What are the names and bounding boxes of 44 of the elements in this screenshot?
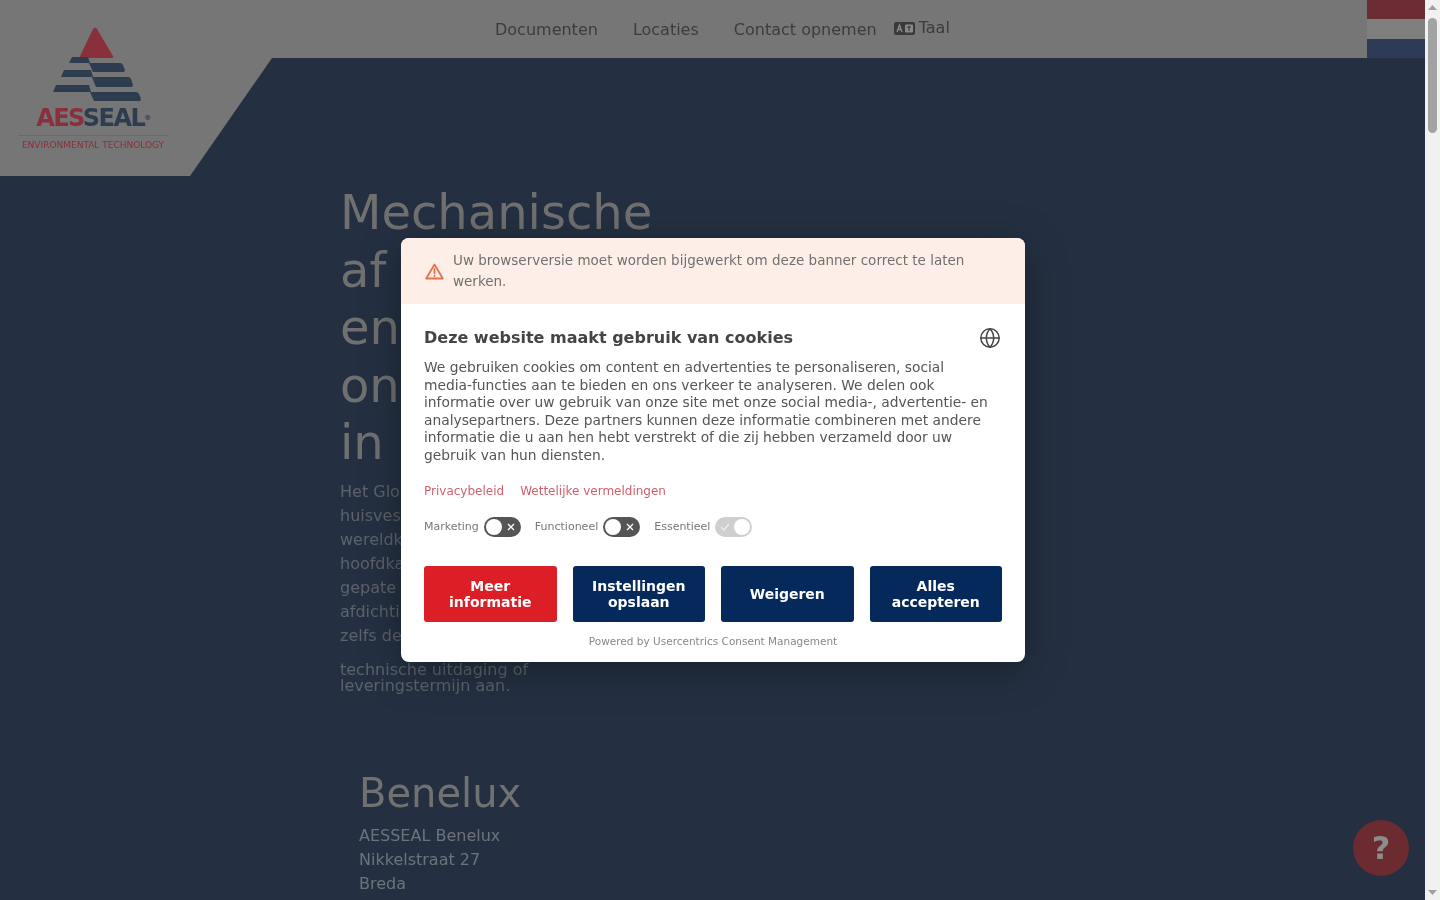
office-title: Benelux [359,769,522,817]
toggle-switch[interactable] [603,517,641,537]
scrollbar-thumb[interactable] [1428,18,1437,133]
address-line: Nikkelstraat 27 [359,849,481,871]
heading-text: on [340,356,400,414]
consent-button[interactable]: Weigeren [721,566,854,622]
nav-link[interactable]: Documenten [495,20,598,40]
address-line: Breda [359,873,406,895]
powered-by-text: Powered by Usercentrics Consent Management [588,634,838,648]
warning-icon [425,262,444,280]
nav-link[interactable]: Contact opnemen [733,20,877,40]
warning-text: Uw browserversie moet worden bijgewerkt om deze banner correct te laten werken. [453,251,966,291]
intro-text: huisves [340,505,401,527]
globe-icon[interactable] [979,327,1001,349]
scroll-up-arrow-icon[interactable] [1428,5,1437,10]
cross-icon [506,523,515,531]
translate-icon [893,21,915,35]
consent-button[interactable]: Meer informatie [424,566,557,622]
dialog-title: Deze website maakt gebruik van cookies [424,328,794,348]
policy-link[interactable]: Privacybeleid [424,483,505,499]
consent-button[interactable]: Alles accepteren [869,566,1002,622]
scroll-down-arrow-icon[interactable] [1428,890,1437,895]
toggle-label: Functioneel [534,520,599,534]
language-button[interactable]: Taal [893,18,950,40]
toggle-switch[interactable] [483,517,521,537]
toggle-label: Marketing [424,520,479,534]
cross-icon [626,523,635,531]
heading-text: en [340,299,400,357]
flag-icon[interactable] [1367,0,1425,58]
logo-tagline: ENVIRONMENTAL TECHNOLOGY [21,140,165,151]
toggle-label: Essentieel [654,520,711,534]
heading-text: Mechanische [340,184,653,242]
address-line: AESSEAL Benelux [359,825,501,847]
check-icon [720,523,731,531]
intro-text: gepate [340,577,397,599]
nav-link[interactable]: Locaties [632,20,699,40]
help-button[interactable]: ? [1353,820,1409,876]
heading-text: in [340,414,384,472]
cookie-text: We gebruiken cookies om content en advertenties te personaliseren, social media-functies aan te bieden en ons verkeer te analyseren. We delen ook informatie over uw gebruik van onze site met onze social media-, advertentie- en analysepartners. Deze partners kunnen deze informatie combineren met andere informatie die u aan hen hebt verstrekt of die zij hebben verzameld door uw gebruik van hun diensten. [424,359,989,464]
policy-link[interactable]: Wettelijke vermeldingen [520,483,666,499]
intro-text: afdichti [340,601,400,623]
intro-text: wereldk [340,529,403,551]
heading-text: af [340,241,387,299]
consent-button[interactable]: Instellingen opslaan [572,566,705,622]
